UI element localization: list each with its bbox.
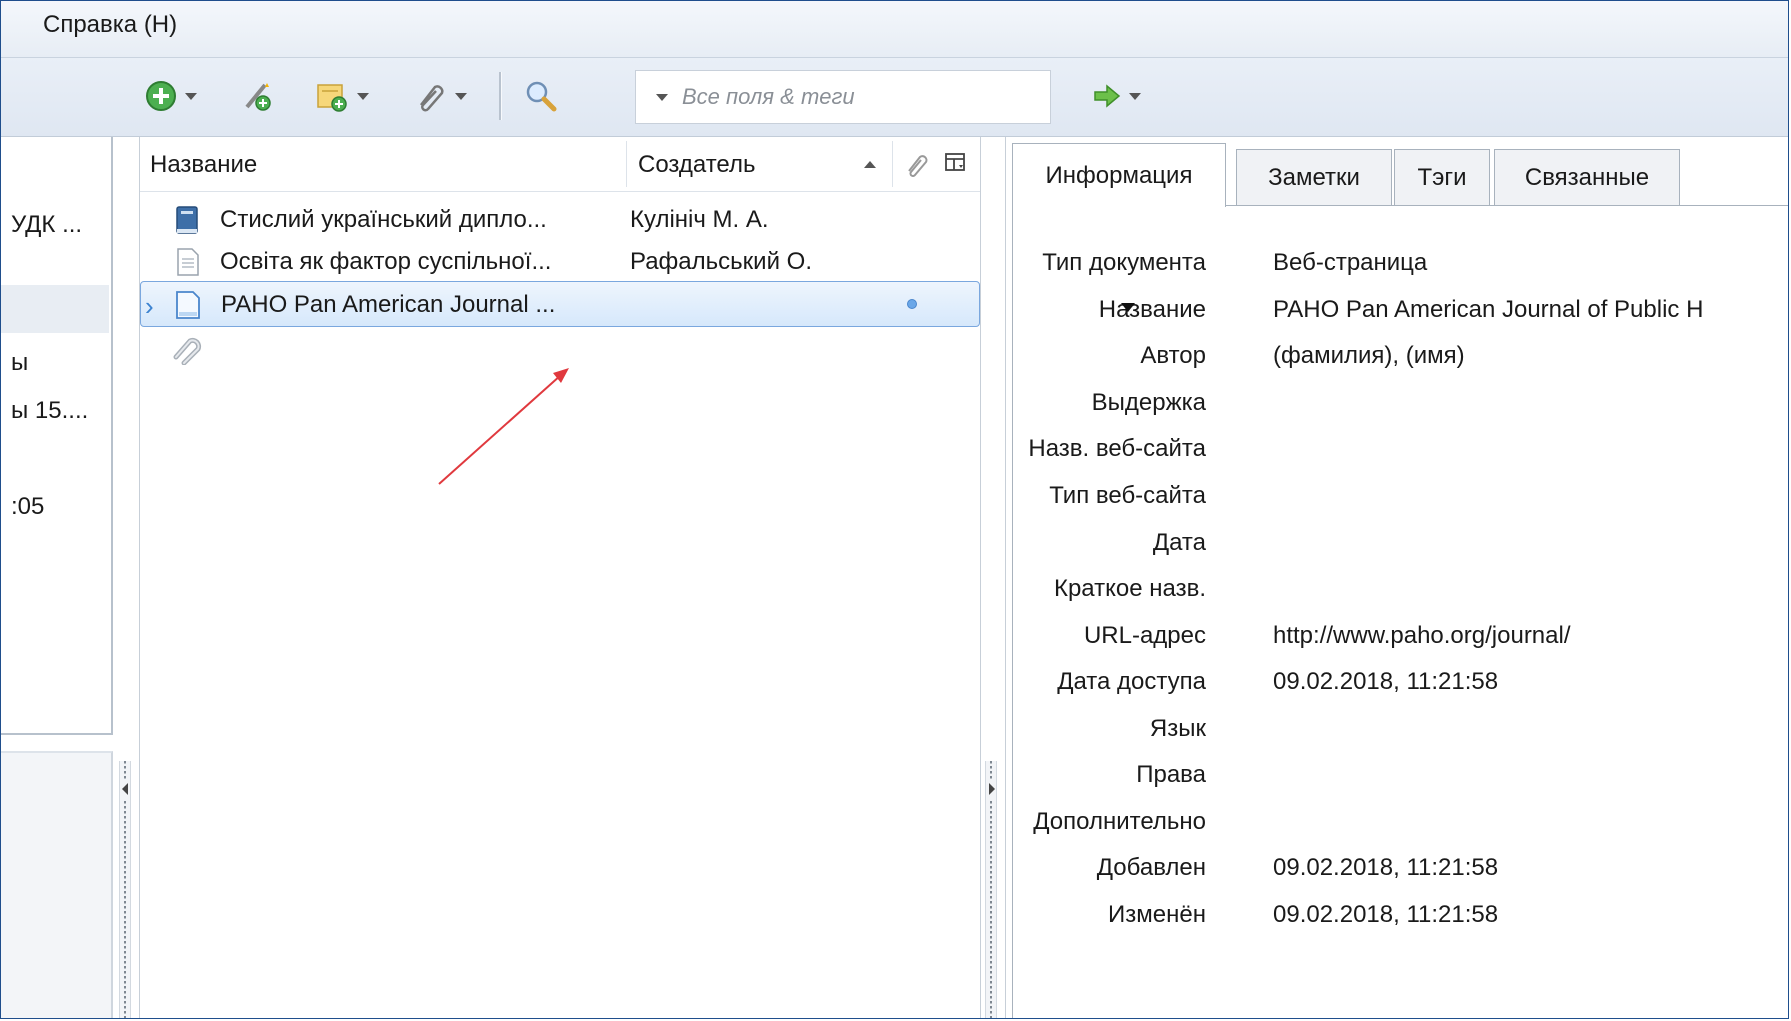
item-title: Стислий український дипло...: [220, 206, 547, 233]
sort-ascending-icon: [864, 161, 876, 168]
item-creator: Кулініч М. А.: [630, 206, 769, 233]
collapse-right-arrow-icon[interactable]: [989, 783, 995, 795]
list-item-selected[interactable]: › PAHO Pan American Journal ...: [140, 281, 980, 327]
collection-item[interactable]: УДК ...: [11, 211, 82, 239]
add-by-identifier-button[interactable]: [241, 76, 275, 116]
collection-item[interactable]: ы 15....: [11, 397, 88, 425]
chevron-down-icon: [357, 92, 369, 100]
advanced-search-button[interactable]: [523, 76, 559, 116]
search-input[interactable]: [680, 83, 1014, 111]
search-field[interactable]: [635, 70, 1051, 124]
field-label: Краткое назв.: [1053, 575, 1206, 602]
item-pane: Информация Заметки Тэги Связанные Тип до…: [1005, 137, 1788, 1018]
author-expand-icon[interactable]: [1121, 303, 1135, 312]
field-label: Тип документа: [1042, 249, 1206, 276]
chevron-down-icon: [1129, 92, 1141, 100]
url-field-value[interactable]: http://www.paho.org/journal/: [1273, 622, 1571, 650]
field-value[interactable]: (фамилия), (имя): [1273, 342, 1465, 370]
menu-bar: Справка (H): [1, 1, 1788, 58]
field-value: 09.02.2018, 11:21:58: [1273, 854, 1499, 881]
tab-info[interactable]: Информация: [1012, 143, 1226, 207]
column-header-row: Название Создатель: [140, 137, 980, 192]
column-header-title[interactable]: Название: [150, 151, 257, 179]
list-item-child[interactable]: [140, 327, 980, 373]
menu-help[interactable]: Справка (H): [43, 11, 177, 39]
expand-arrow-icon[interactable]: ›: [145, 291, 154, 322]
field-value[interactable]: Веб-страница: [1273, 249, 1427, 277]
unread-dot-icon: [907, 299, 917, 309]
field-value[interactable]: PAHO Pan American Journal of Public H: [1273, 296, 1703, 324]
splitter-grip: [990, 761, 992, 781]
magnifier-icon: [526, 81, 557, 112]
splitter-grip: [990, 801, 992, 1018]
list-item[interactable]: Освіта як фактор суспільної... Рафальськ…: [140, 239, 980, 285]
new-note-button[interactable]: [315, 76, 369, 116]
field-label: Дополнительно: [1033, 808, 1206, 835]
document-icon: [177, 248, 199, 276]
app-window: Справка (H) Все поля & теги УДК ... ы ы …: [0, 0, 1789, 1019]
attachment-button[interactable]: [413, 76, 467, 116]
paperclip-icon: [420, 85, 444, 112]
field-label: Права: [1136, 761, 1206, 788]
field-label: Изменён: [1108, 901, 1206, 928]
locate-button[interactable]: [1093, 76, 1141, 116]
note-add-icon: [317, 84, 347, 112]
add-icon: [146, 81, 176, 111]
book-icon: [176, 206, 198, 234]
tab-related[interactable]: Связанные: [1494, 149, 1680, 205]
item-title: PAHO Pan American Journal ...: [221, 291, 556, 318]
field-label[interactable]: Автор: [1140, 342, 1206, 370]
info-panel: Тип документа Веб-страница Название PAHO…: [1012, 205, 1788, 1018]
tab-tags[interactable]: Тэги: [1394, 149, 1490, 205]
toolbar-separator: [499, 72, 502, 120]
collection-item[interactable]: ы: [11, 349, 28, 377]
splitter-grip: [124, 801, 126, 1018]
list-item[interactable]: Стислий український дипло... Кулініч М. …: [140, 197, 980, 243]
green-arrow-icon: [1094, 84, 1121, 108]
right-splitter[interactable]: [985, 761, 997, 1018]
chevron-down-icon: [185, 92, 197, 100]
field-value[interactable]: 09.02.2018, 11:21:58: [1273, 668, 1498, 696]
selected-collection-highlight[interactable]: [1, 285, 109, 333]
item-title: Освіта як фактор суспільної...: [220, 248, 552, 275]
attachment-column-icon[interactable]: [904, 151, 930, 177]
toolbar: [1, 58, 1788, 137]
tag-selector-pane: [1, 751, 113, 1018]
column-header-creator[interactable]: Создатель: [638, 151, 756, 179]
field-value: 09.02.2018, 11:21:58: [1273, 901, 1499, 928]
left-splitter[interactable]: [119, 761, 131, 1018]
search-mode-dropdown-icon[interactable]: [656, 93, 668, 101]
field-label: Назв. веб-сайта: [1028, 435, 1206, 462]
item-creator: Рафальський О.: [630, 248, 812, 275]
column-divider[interactable]: [626, 141, 627, 187]
field-label: Выдержка: [1091, 389, 1206, 416]
webpage-icon: [176, 291, 200, 319]
magic-wand-icon: [245, 83, 271, 111]
field-label: URL-адрес: [1083, 622, 1206, 649]
column-picker-icon[interactable]: [944, 151, 968, 175]
tab-notes[interactable]: Заметки: [1236, 149, 1392, 205]
column-divider[interactable]: [892, 141, 893, 187]
field-label: Название: [1098, 296, 1206, 323]
splitter-grip: [124, 761, 126, 781]
collections-pane: УДК ... ы ы 15.... :05: [1, 137, 113, 735]
field-label: Добавлен: [1096, 854, 1206, 881]
field-label: Дата: [1152, 529, 1206, 556]
new-item-button[interactable]: [145, 76, 197, 116]
field-label: Тип веб-сайта: [1049, 482, 1206, 509]
chevron-down-icon: [455, 92, 467, 100]
attachment-link-icon: [173, 337, 202, 365]
field-label: Дата доступа: [1057, 668, 1206, 695]
items-list: Название Создатель Стислий український д…: [139, 137, 981, 1018]
collection-item[interactable]: :05: [11, 493, 44, 521]
field-label: Язык: [1149, 715, 1206, 742]
collapse-left-arrow-icon[interactable]: [122, 783, 128, 795]
